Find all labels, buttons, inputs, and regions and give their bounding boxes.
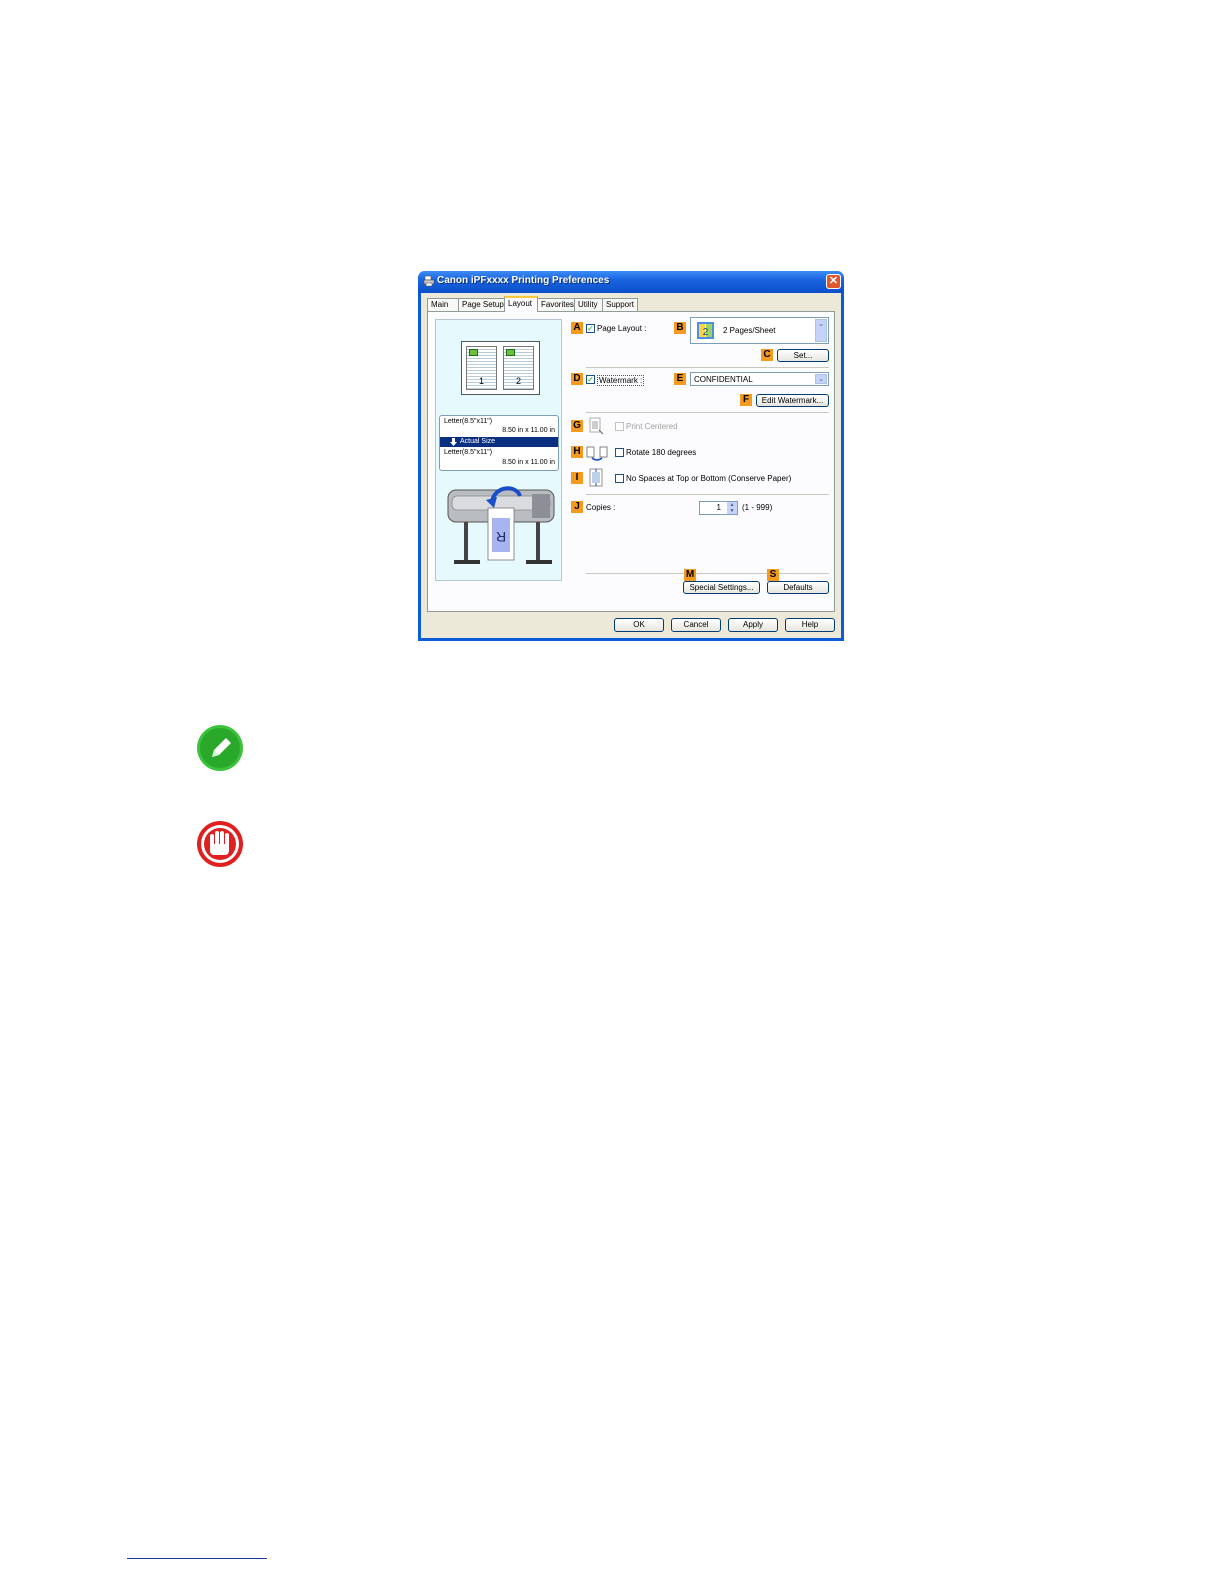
watermark-value: CONFIDENTIAL xyxy=(694,375,753,384)
watermark-select[interactable]: CONFIDENTIAL ⌄ xyxy=(690,372,829,386)
preview-page-2: 2 xyxy=(503,346,534,390)
arrow-down-icon xyxy=(450,438,457,446)
output-paper-size: Letter(8.5"x11") xyxy=(444,449,493,456)
layout-icon-digit: 2 xyxy=(703,327,709,338)
no-spaces-checkbox[interactable] xyxy=(615,474,624,483)
page-thumbnail-icon xyxy=(506,349,515,356)
badge-a: A xyxy=(571,322,583,334)
tab-support[interactable]: Support xyxy=(602,298,638,311)
scale-bar: Actual Size xyxy=(440,437,558,447)
copies-range: (1 - 999) xyxy=(742,503,773,512)
divider xyxy=(586,367,829,368)
copies-spinner[interactable]: 1 ▲ ▼ xyxy=(699,501,738,515)
rotate-checkbox[interactable] xyxy=(615,448,624,457)
rotated-page-letter: R xyxy=(496,529,506,545)
print-centered-checkbox[interactable] xyxy=(615,422,624,431)
tab-utility[interactable]: Utility xyxy=(574,298,603,311)
footer-rule xyxy=(127,1558,267,1559)
page-layout-checkbox[interactable]: ✓ xyxy=(586,324,595,333)
edit-watermark-button[interactable]: Edit Watermark... xyxy=(756,394,829,407)
page-layout-value: 2 Pages/Sheet xyxy=(723,326,776,335)
chevron-down-icon[interactable]: ⌄ xyxy=(815,374,827,384)
chevron-down-icon[interactable]: ⌄ xyxy=(815,319,827,342)
badge-g: G xyxy=(571,420,583,432)
badge-m: M xyxy=(684,569,696,581)
dialog-client-area: Main Page Setup Layout Favorites Utility… xyxy=(421,293,841,638)
tab-favorites[interactable]: Favorites xyxy=(537,298,575,311)
printing-preferences-dialog: Canon iPFxxxx Printing Preferences ✕ Mai… xyxy=(418,271,844,641)
preview-page-number: 2 xyxy=(515,376,521,386)
print-centered-label: Print Centered xyxy=(626,422,678,431)
special-settings-button[interactable]: Special Settings... xyxy=(683,581,760,594)
original-paper-size: Letter(8.5"x11") xyxy=(444,418,493,425)
copies-label: Copies : xyxy=(586,503,616,512)
tab-layout[interactable]: Layout xyxy=(504,296,538,312)
badge-c: C xyxy=(761,349,773,361)
preview-page-number: 1 xyxy=(478,376,484,386)
badge-e: E xyxy=(674,373,686,385)
divider xyxy=(586,412,829,413)
badge-i: I xyxy=(571,472,583,484)
paper-size-info: Letter(8.5"x11") 8.50 in x 11.00 in Actu… xyxy=(439,415,559,471)
layout-tab-panel: 1 2 Letter(8.5"x11") 8.50 in x 11.00 in xyxy=(427,311,835,612)
badge-d: D xyxy=(571,373,583,385)
preview-page-1: 1 xyxy=(466,346,497,390)
page-layout-select[interactable]: 2 2 Pages/Sheet ⌄ xyxy=(690,317,829,344)
print-centered-icon xyxy=(589,417,604,435)
badge-j: J xyxy=(571,501,583,513)
badge-s: S xyxy=(767,569,779,581)
badge-f: F xyxy=(740,394,752,406)
help-button[interactable]: Help xyxy=(785,618,835,632)
rotate-icon xyxy=(586,446,608,461)
badge-b: B xyxy=(674,322,686,334)
set-button[interactable]: Set... xyxy=(777,349,829,362)
close-button[interactable]: ✕ xyxy=(826,274,841,289)
no-spaces-label: No Spaces at Top or Bottom (Conserve Pap… xyxy=(626,474,792,483)
cancel-button[interactable]: Cancel xyxy=(671,618,721,632)
original-paper-dimensions: 8.50 in x 11.00 in xyxy=(502,427,555,434)
watermark-checkbox[interactable]: ✓ xyxy=(586,375,595,384)
printer-icon xyxy=(423,275,435,287)
page-thumbnail-icon xyxy=(469,349,478,356)
page-layout-label: Page Layout : xyxy=(597,324,647,333)
pages-per-sheet-icon: 2 xyxy=(697,322,714,339)
title-bar[interactable]: Canon iPFxxxx Printing Preferences ✕ xyxy=(418,271,844,293)
printer-illustration: R xyxy=(447,486,555,564)
divider xyxy=(586,573,829,574)
important-hand-icon xyxy=(197,821,243,867)
layout-preview-sheet: 1 2 xyxy=(461,341,540,395)
spinner-arrows-icon[interactable]: ▲ ▼ xyxy=(727,502,737,514)
rotate-label: Rotate 180 degrees xyxy=(626,448,697,457)
conserve-paper-icon xyxy=(589,468,603,487)
tab-main[interactable]: Main xyxy=(427,298,459,311)
tab-page-setup[interactable]: Page Setup xyxy=(458,298,505,311)
copies-value: 1 xyxy=(716,503,721,512)
divider xyxy=(586,494,829,495)
ok-button[interactable]: OK xyxy=(614,618,664,632)
badge-h: H xyxy=(571,446,583,458)
scale-label: Actual Size xyxy=(460,438,496,445)
output-paper-dimensions: 8.50 in x 11.00 in xyxy=(502,459,555,466)
dialog-title: Canon iPFxxxx Printing Preferences xyxy=(437,275,610,286)
watermark-label: Watermark : xyxy=(597,375,645,386)
preview-panel: 1 2 Letter(8.5"x11") 8.50 in x 11.00 in xyxy=(435,319,562,581)
note-pencil-icon xyxy=(197,725,243,771)
defaults-button[interactable]: Defaults xyxy=(767,581,829,594)
apply-button[interactable]: Apply xyxy=(728,618,778,632)
